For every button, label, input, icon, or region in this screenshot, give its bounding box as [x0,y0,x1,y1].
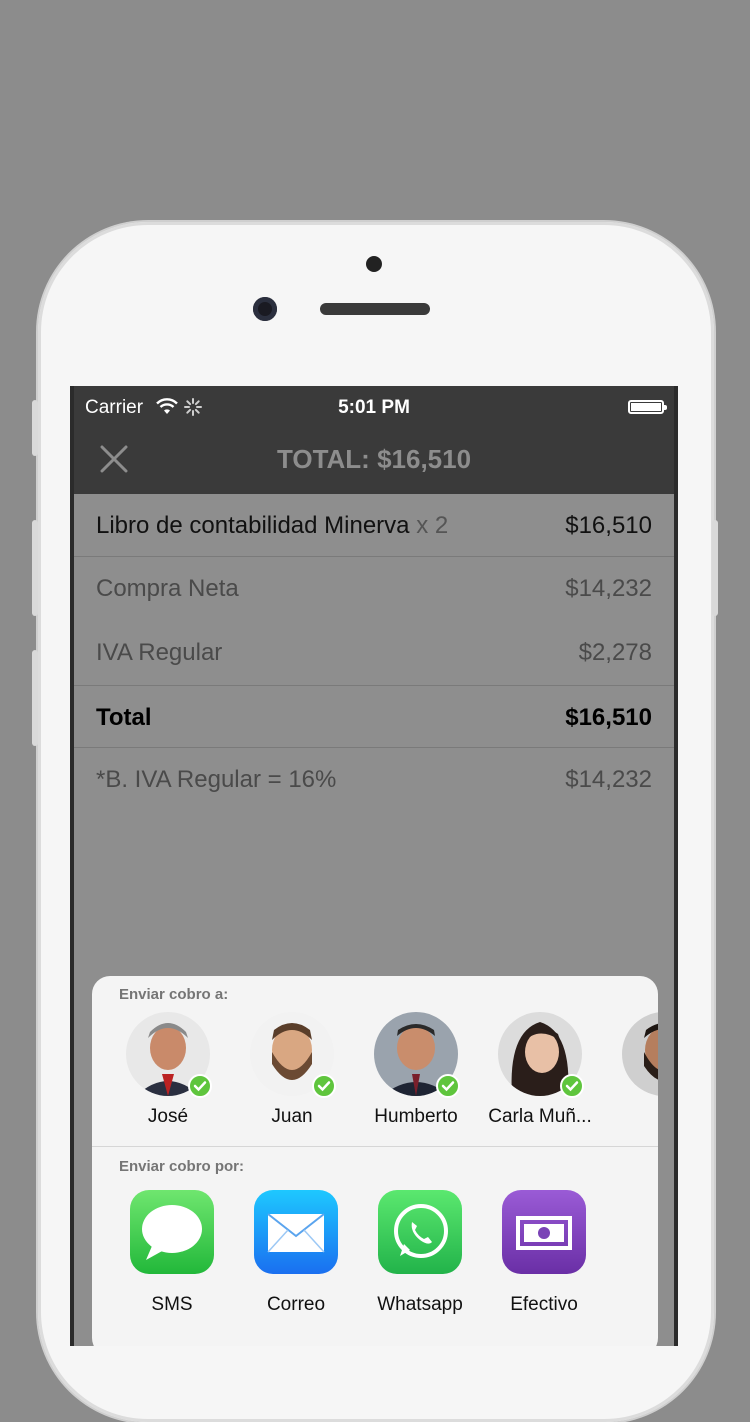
total-value: $16,510 [565,704,652,731]
sms-icon [130,1190,214,1274]
total-label: Total [96,704,152,731]
item-quantity: x 2 [416,512,449,539]
net-purchase-row: Compra Neta $14,232 [74,557,674,621]
contacts-list[interactable]: José Juan Humberto Carla Muñ... [92,1012,658,1132]
tax-value: $2,278 [578,639,652,666]
send-method-label: Efectivo [510,1294,578,1315]
send-method-cash[interactable]: Efectivo [489,1190,599,1316]
earpiece-speaker [320,303,430,315]
status-bar: Carrier 5:01 PM [74,386,674,428]
methods-section-title: Enviar cobro por: [119,1158,245,1175]
selected-check-icon [312,1074,336,1098]
status-time: 5:01 PM [338,397,410,418]
send-method-whatsapp[interactable]: Whatsapp [365,1190,475,1316]
avatar [374,1012,460,1098]
net-purchase-label: Compra Neta [96,575,239,602]
contact-name: Humberto [374,1106,458,1127]
section-divider [92,1146,658,1147]
whatsapp-icon [378,1190,462,1274]
tax-row: IVA Regular $2,278 [74,621,674,685]
volume-up-button [32,520,38,616]
nav-bar: TOTAL: $16,510 [74,428,674,494]
avatar-image [622,1012,658,1096]
tax-base-value: $14,232 [565,766,652,793]
screen: Carrier 5:01 PM TOTAL: $16,510 Libro de … [70,386,678,1346]
order-summary: Libro de contabilidad Minerva x 2 $16,51… [74,494,674,812]
item-name: Libro de contabilidad Minerva [96,512,410,539]
app-screen: Carrier 5:01 PM TOTAL: $16,510 Libro de … [74,386,674,1346]
send-method-mail[interactable]: Correo [241,1190,351,1316]
mail-icon [254,1190,338,1274]
side-button [32,400,38,456]
send-method-label: Whatsapp [377,1294,463,1315]
order-item-row[interactable]: Libro de contabilidad Minerva x 2 $16,51… [74,494,674,557]
contact-item-partial[interactable]: L [602,1012,658,1132]
contact-name: Carla Muñ... [488,1106,592,1127]
avatar [498,1012,584,1098]
avatar [622,1012,658,1096]
send-method-label: Correo [266,1294,326,1315]
selected-check-icon [436,1074,460,1098]
selected-check-icon [188,1074,212,1098]
page-title: TOTAL: $16,510 [276,444,472,474]
cash-icon [502,1190,586,1274]
item-label: Libro de contabilidad Minerva x 2 [96,512,448,540]
send-methods-list: SMS Correo Whatsapp Efectivo [92,1190,658,1330]
contacts-section-title: Enviar cobro a: [119,986,229,1003]
power-button [712,520,718,616]
send-method-label: SMS [151,1294,193,1315]
contact-name: José [147,1106,189,1127]
proximity-sensor [366,256,382,272]
contact-name: Juan [271,1106,313,1127]
contact-item-humberto[interactable]: Humberto [354,1012,478,1132]
contact-name: L [602,1106,658,1128]
tax-base-row: *B. IVA Regular = 16% $14,232 [74,748,674,812]
share-sheet: Enviar cobro a: José Juan Humberto Carla… [92,976,658,1346]
contact-item-juan[interactable]: Juan [230,1012,354,1132]
tax-label: IVA Regular [96,639,223,666]
battery-icon [628,400,667,414]
avatar [126,1012,212,1098]
item-price: $16,510 [565,512,652,539]
contact-item-jose[interactable]: José [106,1012,230,1132]
total-row: Total $16,510 [74,685,674,748]
send-method-sms[interactable]: SMS [117,1190,227,1316]
selected-check-icon [560,1074,584,1098]
avatar [250,1012,336,1098]
volume-down-button [32,650,38,746]
tax-base-label: *B. IVA Regular = 16% [96,766,337,793]
net-purchase-value: $14,232 [565,575,652,602]
front-camera [253,297,277,321]
contact-item-carla[interactable]: Carla Muñ... [478,1012,602,1132]
